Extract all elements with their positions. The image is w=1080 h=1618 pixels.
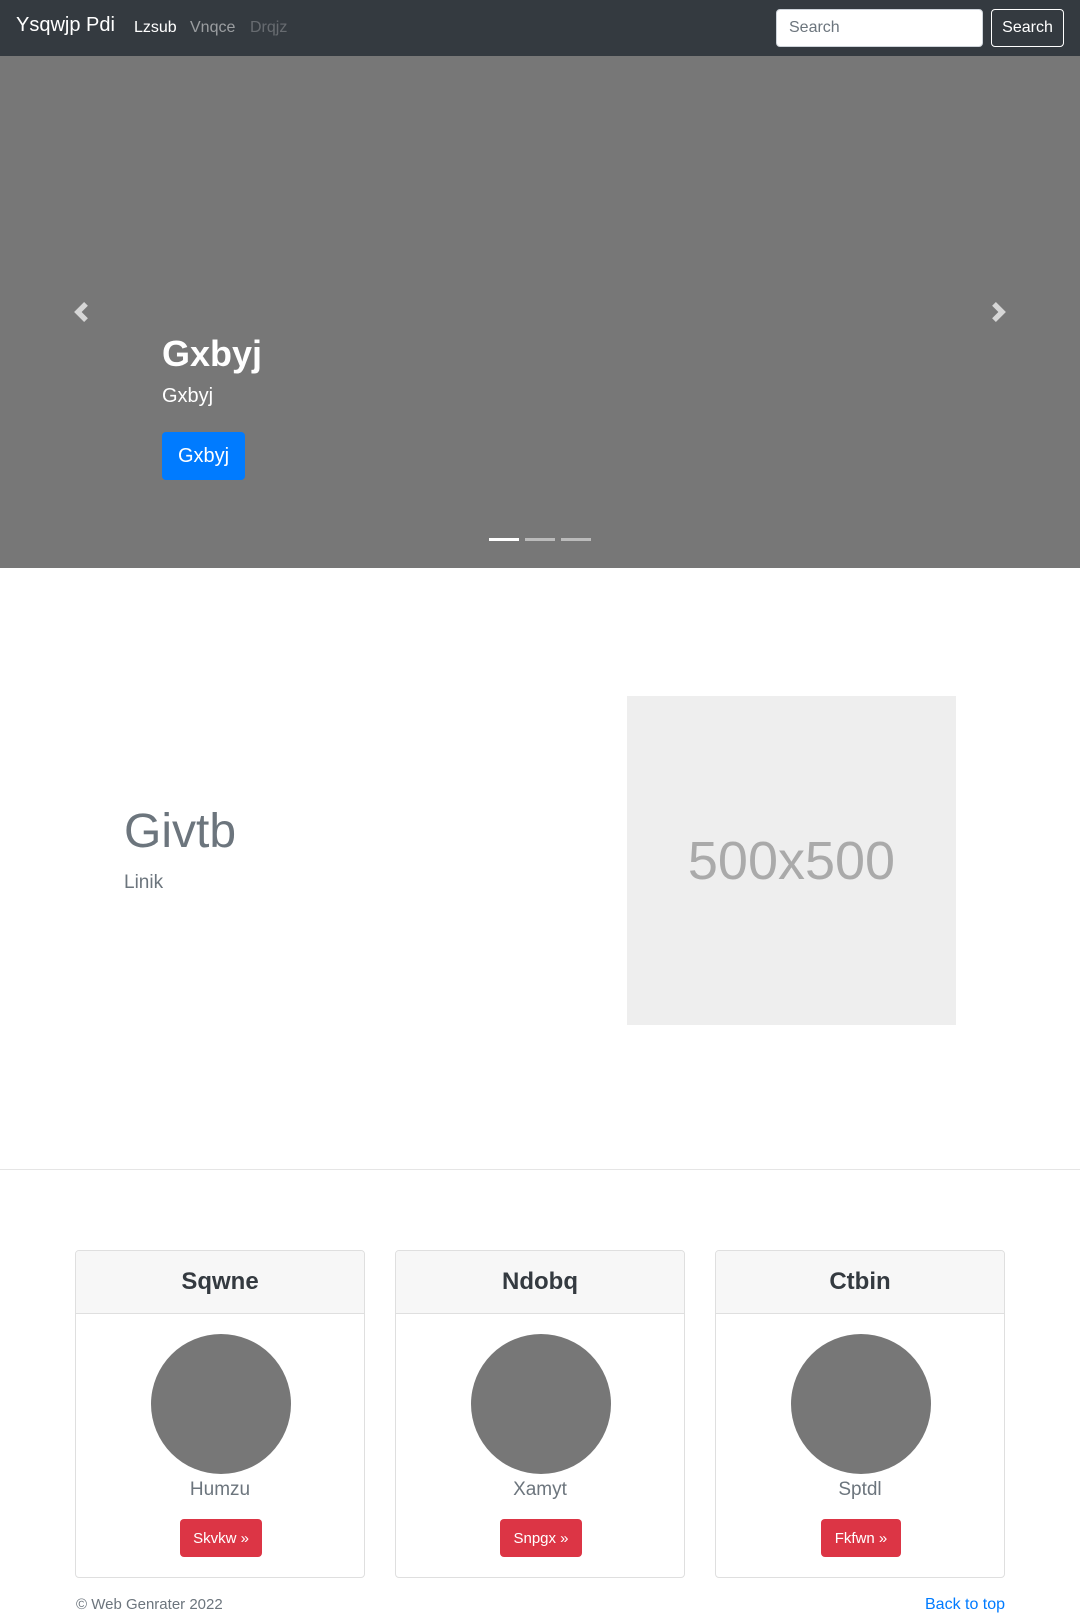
carousel-caption: Gxbyj Gxbyj Gxbyj <box>162 332 263 480</box>
card-name: Sptdl <box>838 1479 882 1500</box>
card-button[interactable]: Skvkw » <box>180 1519 262 1557</box>
card-button[interactable]: Fkfwn » <box>821 1519 901 1557</box>
navbar: Ysqwjp Pdi Lzsub Vnqce Drqjz Search <box>0 0 1080 56</box>
carousel-next-button[interactable] <box>918 56 1080 568</box>
card-name: Xamyt <box>513 1479 567 1500</box>
navbar-brand[interactable]: Ysqwjp Pdi <box>16 14 115 37</box>
card-title: Ctbin <box>716 1251 1004 1314</box>
hero-carousel: Gxbyj Gxbyj Gxbyj <box>0 56 1080 568</box>
footer-copyright: © Web Genrater 2022 <box>76 1596 223 1613</box>
card-ndobq: Ndobq Xamyt Snpgx » <box>395 1250 685 1578</box>
carousel-cta-button[interactable]: Gxbyj <box>162 432 245 480</box>
nav-link-vnqce[interactable]: Vnqce <box>190 19 235 37</box>
carousel-prev-button[interactable] <box>0 56 162 568</box>
nav-link-drqjz: Drqjz <box>250 19 288 36</box>
back-to-top-link[interactable]: Back to top <box>925 1596 1005 1614</box>
avatar <box>791 1334 931 1474</box>
search-input[interactable] <box>776 9 983 47</box>
nav-link-lzsub[interactable]: Lzsub <box>134 19 177 37</box>
carousel-title: Gxbyj <box>162 333 263 374</box>
card-title: Sqwne <box>76 1251 364 1314</box>
card-ctbin: Ctbin Sptdl Fkfwn » <box>715 1250 1005 1578</box>
carousel-indicator-2[interactable] <box>525 538 555 541</box>
carousel-subtitle: Gxbyj <box>162 385 214 408</box>
feature-image-placeholder: 500x500 <box>627 696 956 1025</box>
card-title: Ndobq <box>396 1251 684 1314</box>
avatar <box>471 1334 611 1474</box>
chevron-left-icon <box>74 302 88 322</box>
section-divider <box>0 1169 1080 1170</box>
feature-image-label: 500x500 <box>687 830 896 891</box>
card-button[interactable]: Snpgx » <box>500 1519 582 1557</box>
search-button[interactable]: Search <box>991 9 1064 47</box>
carousel-indicator-3[interactable] <box>561 538 591 541</box>
carousel-indicators <box>489 538 591 541</box>
feature-subheading: Linik <box>124 872 164 893</box>
avatar <box>151 1334 291 1474</box>
chevron-right-icon <box>992 302 1006 322</box>
card-name: Humzu <box>189 1479 251 1500</box>
carousel-indicator-1[interactable] <box>489 538 519 541</box>
card-sqwne: Sqwne Humzu Skvkw » <box>75 1250 365 1578</box>
feature-heading: Givtb <box>124 805 237 858</box>
